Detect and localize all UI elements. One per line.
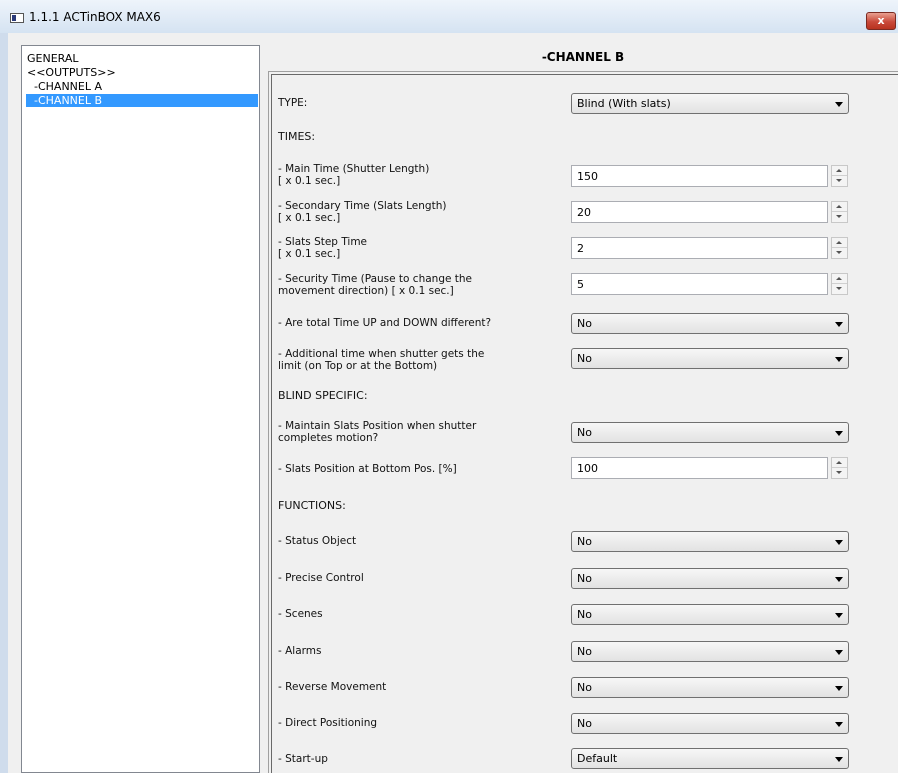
reverse-movement-value: No — [577, 681, 592, 694]
start-up-value: Default — [577, 752, 618, 765]
spin-up-icon[interactable] — [832, 274, 847, 284]
slats-bottom-input[interactable]: 100 — [571, 457, 828, 479]
page-title: -CHANNEL B — [541, 50, 625, 64]
secondary-time-label-2: [ x 0.1 sec.] — [278, 212, 341, 224]
window-icon — [10, 13, 24, 23]
spin-down-icon[interactable] — [832, 212, 847, 222]
alarms-dropdown[interactable]: No — [571, 641, 849, 662]
secondary-time-input[interactable]: 20 — [571, 201, 828, 223]
function-label-scenes: - Scenes — [278, 608, 323, 620]
function-label-start-up: - Start-up — [278, 753, 328, 765]
chevron-down-icon — [835, 102, 843, 107]
main-time-spinner[interactable] — [831, 165, 848, 187]
slats-step-time-label-1: - Slats Step Time — [278, 236, 368, 248]
navigation-tree: GENERAL <<OUTPUTS>> -CHANNEL A -CHANNEL … — [21, 45, 260, 773]
chevron-down-icon — [835, 757, 843, 762]
main-time-value: 150 — [577, 170, 598, 183]
function-label-precise-control: - Precise Control — [278, 572, 364, 584]
spin-down-icon[interactable] — [832, 468, 847, 478]
tree-item-channel-b[interactable]: -CHANNEL B — [26, 94, 258, 107]
maintain-slats-value: No — [577, 426, 592, 439]
chevron-down-icon — [835, 322, 843, 327]
function-label-direct-positioning: - Direct Positioning — [278, 717, 378, 729]
maintain-slats-label-2: completes motion? — [278, 432, 379, 444]
additional-time-value: No — [577, 352, 592, 365]
type-dropdown-value: Blind (With slats) — [577, 97, 671, 110]
total-time-different-value: No — [577, 317, 592, 330]
reverse-movement-dropdown[interactable]: No — [571, 677, 849, 698]
blind-specific-heading: BLIND SPECIFIC: — [278, 389, 368, 402]
status-object-dropdown[interactable]: No — [571, 531, 849, 552]
slats-step-time-label-2: [ x 0.1 sec.] — [278, 248, 341, 260]
chevron-down-icon — [835, 431, 843, 436]
tree-item-channel-a[interactable]: -CHANNEL A — [34, 80, 102, 93]
window-border — [0, 33, 8, 773]
scenes-value: No — [577, 608, 592, 621]
main-time-input[interactable]: 150 — [571, 165, 828, 187]
functions-heading: FUNCTIONS: — [278, 499, 346, 512]
security-time-value: 5 — [577, 278, 584, 291]
slats-bottom-spinner[interactable] — [831, 457, 848, 479]
function-label-status-object: - Status Object — [278, 535, 357, 547]
times-heading: TIMES: — [278, 130, 316, 143]
spin-down-icon[interactable] — [832, 248, 847, 258]
direct-positioning-value: No — [577, 717, 592, 730]
chevron-down-icon — [835, 722, 843, 727]
security-time-label-2: movement direction) [ x 0.1 sec.] — [278, 285, 454, 297]
chevron-down-icon — [835, 686, 843, 691]
type-label: TYPE: — [278, 97, 308, 109]
function-label-alarms: - Alarms — [278, 645, 322, 657]
security-time-input[interactable]: 5 — [571, 273, 828, 295]
chevron-down-icon — [835, 540, 843, 545]
tree-item-outputs[interactable]: <<OUTPUTS>> — [27, 66, 116, 79]
spin-down-icon[interactable] — [832, 176, 847, 186]
security-time-spinner[interactable] — [831, 273, 848, 295]
slats-step-time-input[interactable]: 2 — [571, 237, 828, 259]
direct-positioning-dropdown[interactable]: No — [571, 713, 849, 734]
maintain-slats-dropdown[interactable]: No — [571, 422, 849, 443]
start-up-dropdown[interactable]: Default — [571, 748, 849, 769]
chevron-down-icon — [835, 357, 843, 362]
title-bar: 1.1.1 ACTinBOX MAX6 x — [0, 0, 898, 33]
chevron-down-icon — [835, 577, 843, 582]
precise-control-value: No — [577, 572, 592, 585]
chevron-down-icon — [835, 650, 843, 655]
type-dropdown[interactable]: Blind (With slats) — [571, 93, 849, 114]
total-time-different-dropdown[interactable]: No — [571, 313, 849, 334]
secondary-time-label-1: - Secondary Time (Slats Length) — [278, 200, 447, 212]
function-label-reverse-movement: - Reverse Movement — [278, 681, 387, 693]
precise-control-dropdown[interactable]: No — [571, 568, 849, 589]
tree-item-general[interactable]: GENERAL — [27, 52, 79, 65]
slats-bottom-value: 100 — [577, 462, 598, 475]
secondary-time-spinner[interactable] — [831, 201, 848, 223]
secondary-time-value: 20 — [577, 206, 591, 219]
main-time-label-1: - Main Time (Shutter Length) — [278, 163, 430, 175]
slats-bottom-label: - Slats Position at Bottom Pos. [%] — [278, 463, 457, 475]
close-button[interactable]: x — [866, 12, 896, 30]
main-time-label-2: [ x 0.1 sec.] — [278, 175, 341, 187]
total-time-different-label: - Are total Time UP and DOWN different? — [278, 317, 492, 329]
maintain-slats-label-1: - Maintain Slats Position when shutter — [278, 420, 477, 432]
additional-time-label-2: limit (on Top or at the Bottom) — [278, 360, 438, 372]
spin-up-icon[interactable] — [832, 238, 847, 248]
status-object-value: No — [577, 535, 592, 548]
additional-time-label-1: - Additional time when shutter gets the — [278, 348, 485, 360]
scenes-dropdown[interactable]: No — [571, 604, 849, 625]
slats-step-time-spinner[interactable] — [831, 237, 848, 259]
spin-up-icon[interactable] — [832, 202, 847, 212]
spin-up-icon[interactable] — [832, 458, 847, 468]
window-title: 1.1.1 ACTinBOX MAX6 — [29, 10, 161, 24]
spin-down-icon[interactable] — [832, 284, 847, 294]
slats-step-time-value: 2 — [577, 242, 584, 255]
alarms-value: No — [577, 645, 592, 658]
additional-time-dropdown[interactable]: No — [571, 348, 849, 369]
spin-up-icon[interactable] — [832, 166, 847, 176]
chevron-down-icon — [835, 613, 843, 618]
security-time-label-1: - Security Time (Pause to change the — [278, 273, 473, 285]
